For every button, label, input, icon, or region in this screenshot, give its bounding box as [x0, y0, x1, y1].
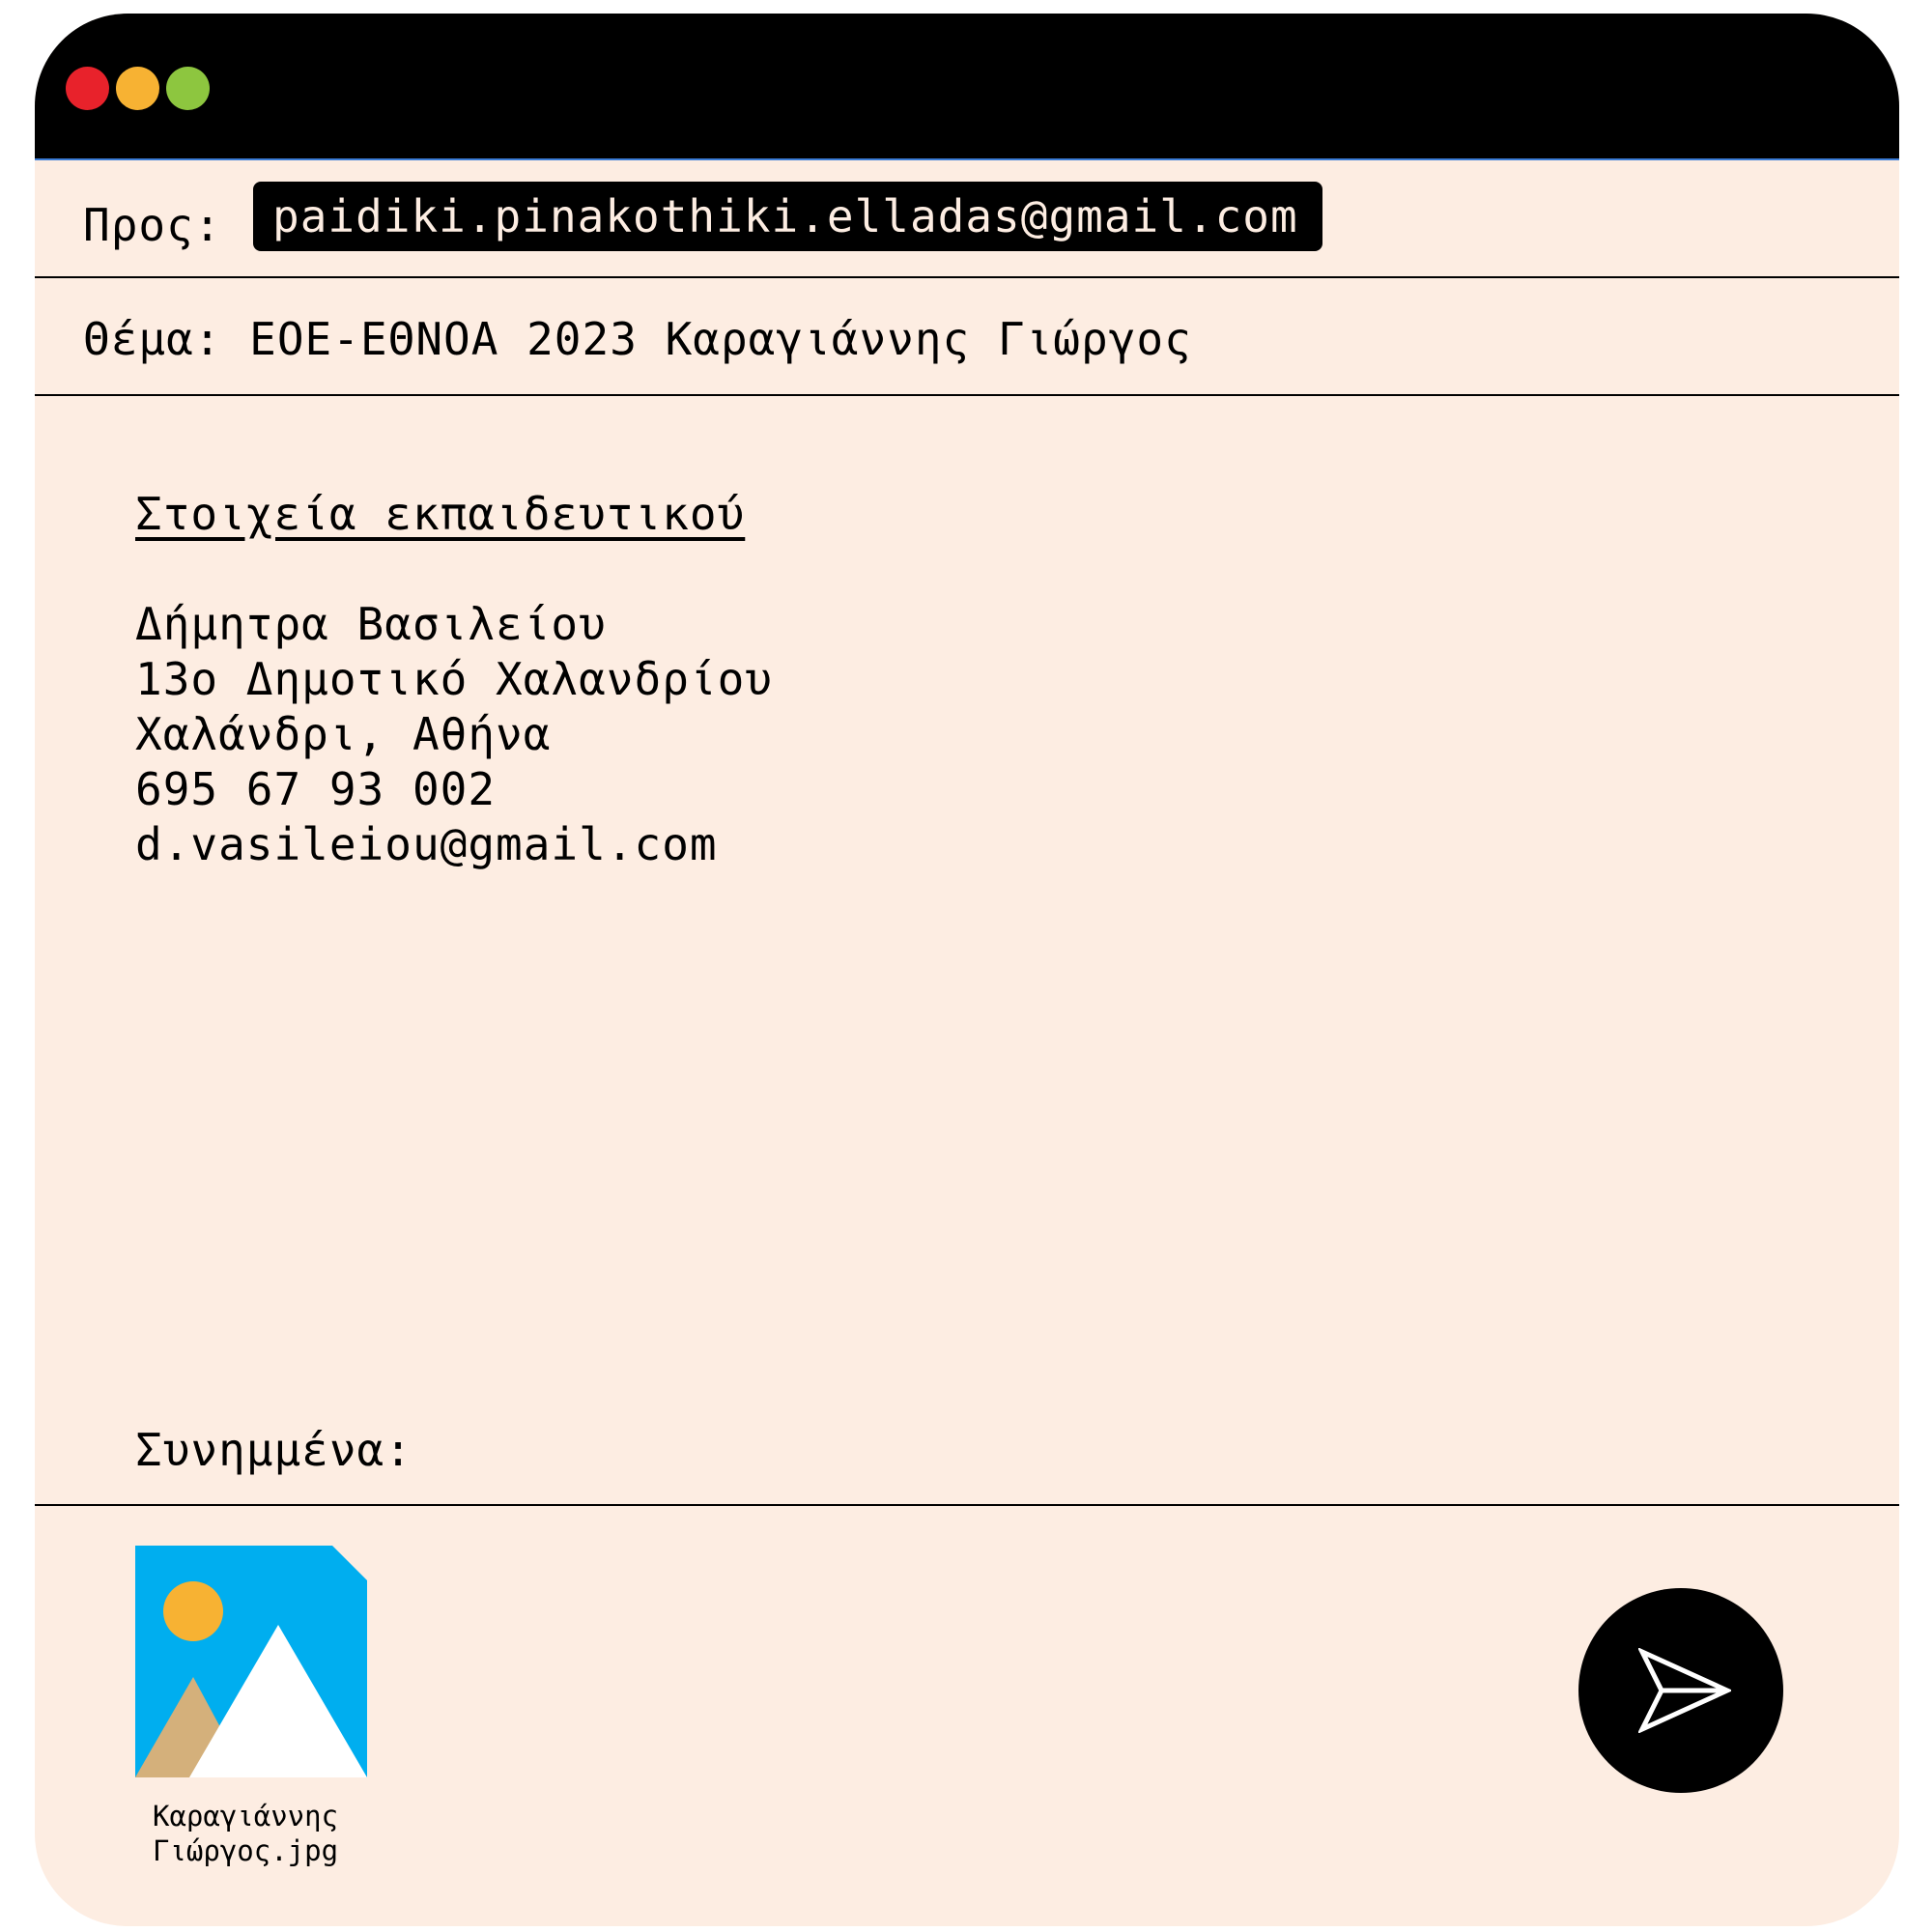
- title-bar: [35, 14, 1899, 160]
- phone-number: 695 67 93 002: [135, 763, 497, 815]
- send-icon: [1638, 1648, 1731, 1733]
- to-label: Προς:: [83, 199, 222, 251]
- email-compose-window: Προς: paidiki.pinakothiki.elladas@gmail.…: [35, 14, 1899, 1926]
- attachment-item[interactable]: Καραγιάννης Γιώργος.jpg: [135, 1546, 377, 1868]
- message-body[interactable]: Στοιχεία εκπαιδευτικού Δήμητρα Βασιλείου…: [135, 487, 773, 872]
- image-file-icon: [135, 1546, 367, 1777]
- close-window-button[interactable]: [66, 67, 109, 110]
- recipient-field[interactable]: paidiki.pinakothiki.elladas@gmail.com: [253, 182, 1322, 251]
- subject-row[interactable]: Θέμα: ΕΟΕ-ΕΘΝΟΑ 2023 Καραγιάννης Γιώργος: [35, 278, 1899, 396]
- subject-field[interactable]: Θέμα: ΕΟΕ-ΕΘΝΟΑ 2023 Καραγιάννης Γιώργος: [83, 313, 1192, 365]
- send-button[interactable]: [1578, 1588, 1783, 1793]
- to-row: Προς: paidiki.pinakothiki.elladas@gmail.…: [35, 160, 1899, 278]
- school-name: 13ο Δημοτικό Χαλανδρίου: [135, 653, 773, 705]
- location: Χαλάνδρι, Αθήνα: [135, 708, 552, 760]
- minimize-window-button[interactable]: [116, 67, 159, 110]
- section-heading: Στοιχεία εκπαιδευτικού: [135, 488, 746, 540]
- email-address: d.vasileiou@gmail.com: [135, 818, 718, 870]
- attachment-filename: Καραγιάννης Γιώργος.jpg: [153, 1800, 339, 1867]
- maximize-window-button[interactable]: [166, 67, 210, 110]
- teacher-name: Δήμητρα Βασιλείου: [135, 598, 607, 650]
- attachments-label: Συνημμένα:: [135, 1424, 412, 1476]
- attachments-divider: [35, 1504, 1899, 1506]
